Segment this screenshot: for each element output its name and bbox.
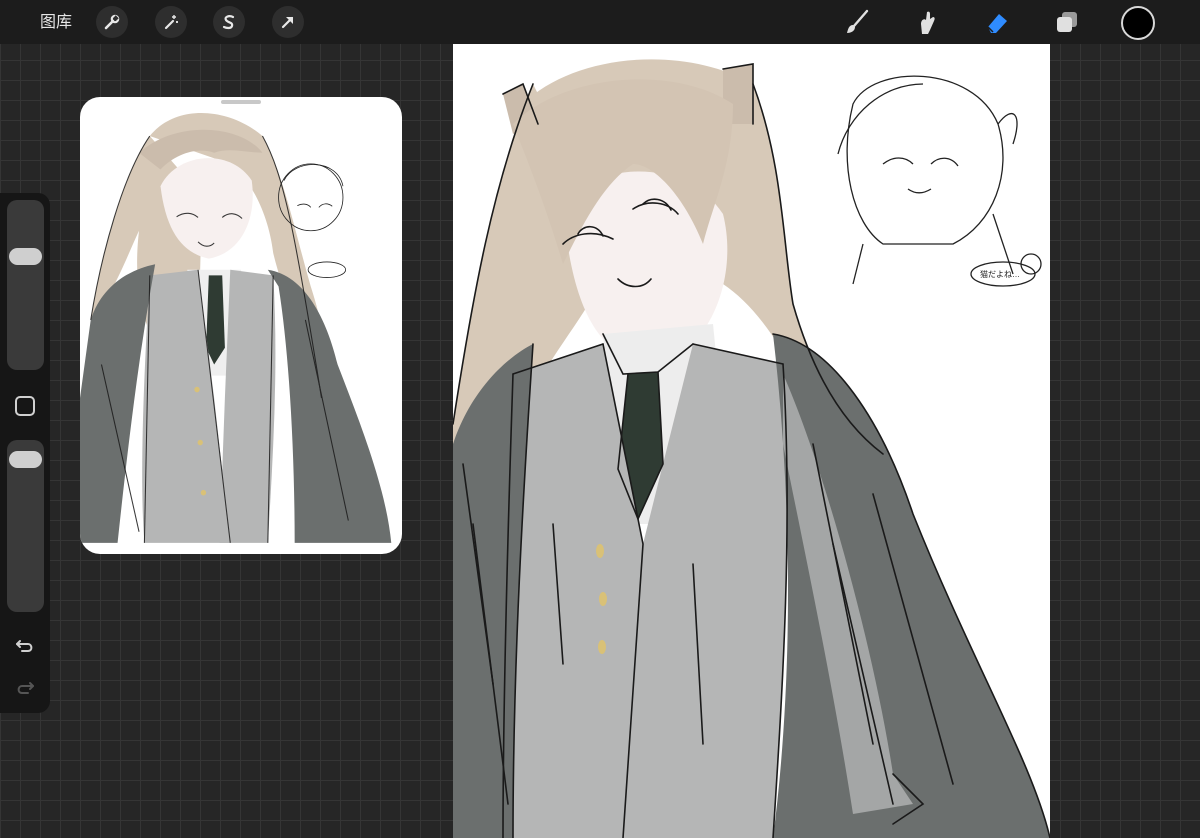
- redo-button[interactable]: [13, 676, 37, 700]
- brush-size-thumb[interactable]: [9, 248, 42, 265]
- selection-s-icon: [220, 13, 238, 31]
- button-3: [598, 640, 606, 654]
- smudge-icon: [913, 8, 941, 36]
- gallery-button[interactable]: 图库: [40, 11, 72, 33]
- reference-thumbnail: [80, 112, 392, 543]
- smudge-tool-button[interactable]: [910, 5, 944, 39]
- top-toolbar: 图库: [0, 0, 1200, 44]
- reference-drag-handle[interactable]: [221, 100, 261, 104]
- modify-square-icon: [14, 395, 36, 417]
- adjustments-button[interactable]: [155, 6, 187, 38]
- chibi-sketch: [837, 75, 1042, 287]
- button-1: [596, 544, 604, 558]
- actions-button[interactable]: [96, 6, 128, 38]
- layers-icon: [1053, 8, 1081, 36]
- brush-icon: [843, 8, 871, 36]
- paint-tool-button[interactable]: [840, 5, 874, 39]
- eraser-tool-button[interactable]: [980, 5, 1014, 39]
- undo-icon: [14, 635, 36, 657]
- magic-wand-icon: [162, 13, 180, 31]
- selection-button[interactable]: [213, 6, 245, 38]
- opacity-slider[interactable]: [7, 440, 44, 612]
- modify-button[interactable]: [13, 394, 37, 418]
- transform-button[interactable]: [272, 6, 304, 38]
- artwork: 猫だよね…: [453, 59, 1050, 838]
- redo-icon: [14, 677, 36, 699]
- reference-window[interactable]: [80, 97, 402, 554]
- button-2: [599, 592, 607, 606]
- eraser-icon: [983, 8, 1011, 36]
- wrench-icon: [103, 13, 121, 31]
- layers-button[interactable]: [1050, 5, 1084, 39]
- brush-size-slider[interactable]: [7, 200, 44, 370]
- undo-button[interactable]: [13, 634, 37, 658]
- color-swatch-button[interactable]: [1121, 6, 1155, 40]
- note-text: 猫だよね…: [980, 269, 1020, 279]
- drawing-canvas[interactable]: 猫だよね…: [453, 44, 1050, 838]
- transform-arrow-icon: [279, 13, 297, 31]
- sidebar: [0, 193, 50, 713]
- opacity-thumb[interactable]: [9, 451, 42, 468]
